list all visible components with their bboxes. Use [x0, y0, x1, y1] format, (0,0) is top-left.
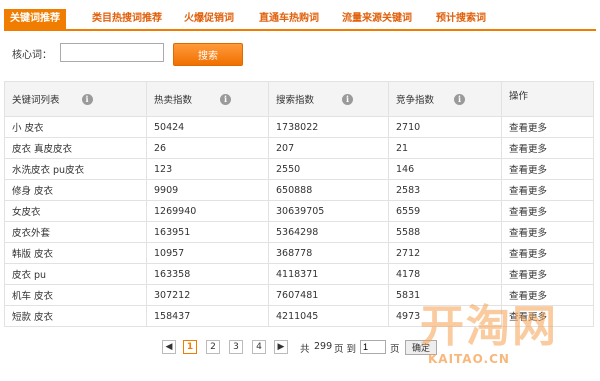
table-row: 皮衣 pu 163358 4118371 4178 查看更多 [4, 263, 594, 285]
view-more-link[interactable]: 查看更多 [501, 263, 594, 285]
table-row: 短款 皮衣 158437 4211045 4973 查看更多 [4, 305, 594, 327]
view-more-link[interactable]: 查看更多 [501, 221, 594, 243]
tab-hot-promotion[interactable]: 火爆促销词 [184, 9, 234, 29]
tab-predicted-search[interactable]: 预计搜索词 [436, 9, 486, 29]
competition-index-cell: 2712 [388, 242, 502, 264]
info-icon[interactable]: i [342, 93, 354, 105]
view-more-link[interactable]: 查看更多 [501, 242, 594, 264]
hot-sale-index-cell: 26 [146, 137, 269, 159]
keyword-cell: 机车 皮衣 [4, 284, 147, 306]
keyword-cell: 皮衣外套 [4, 221, 147, 243]
keyword-cell: 女皮衣 [4, 200, 147, 222]
page-4-button[interactable]: 4 [252, 340, 266, 354]
total-suffix: 页 到 [334, 344, 357, 355]
competition-index-cell: 21 [388, 137, 502, 159]
view-more-link[interactable]: 查看更多 [501, 179, 594, 201]
total-pages: 299 [314, 341, 333, 352]
competition-index-cell: 6559 [388, 200, 502, 222]
competition-index-cell: 4973 [388, 305, 502, 327]
table-row: 小 皮衣 50424 1738022 2710 查看更多 [4, 116, 594, 138]
competition-index-cell: 2583 [388, 179, 502, 201]
search-index-cell: 5364298 [268, 221, 389, 243]
info-icon[interactable]: i [220, 93, 232, 105]
header-label: 竞争指数 [396, 95, 435, 106]
table-header-row: 关键词列表 i 热卖指数 i 搜索指数 i 竞争指数 i 操作 [4, 81, 594, 117]
tab-keyword-recommend[interactable]: 关键词推荐 [4, 9, 66, 29]
keyword-table: 关键词列表 i 热卖指数 i 搜索指数 i 竞争指数 i 操作 小 皮衣 50424 173… [4, 81, 594, 327]
table-row: 皮衣 真皮皮衣 26 207 21 查看更多 [4, 137, 594, 159]
tab-through-train[interactable]: 直通车热购词 [259, 9, 319, 29]
tab-category-hot[interactable]: 类目热搜词推荐 [92, 9, 162, 29]
hot-sale-index-cell: 50424 [146, 116, 269, 138]
keyword-tabs: 关键词推荐 类目热搜词推荐 火爆促销词 直通车热购词 流量来源关键词 预计搜索词 [4, 9, 596, 31]
view-more-link[interactable]: 查看更多 [501, 200, 594, 222]
hot-sale-index-cell: 10957 [146, 242, 269, 264]
hot-sale-index-cell: 123 [146, 158, 269, 180]
keyword-cell: 短款 皮衣 [4, 305, 147, 327]
tab-traffic-source[interactable]: 流量来源关键词 [342, 9, 412, 29]
header-hot-sale-index: 热卖指数 i [146, 81, 269, 117]
confirm-button[interactable]: 确定 [405, 340, 437, 355]
table-row: 韩版 皮衣 10957 368778 2712 查看更多 [4, 242, 594, 264]
page-2-button[interactable]: 2 [206, 340, 220, 354]
keyword-cell: 皮衣 pu [4, 263, 147, 285]
hot-sale-index-cell: 163358 [146, 263, 269, 285]
goto-page-input[interactable] [360, 340, 386, 354]
page-1-button[interactable]: 1 [183, 340, 197, 354]
competition-index-cell: 5588 [388, 221, 502, 243]
competition-index-cell: 4178 [388, 263, 502, 285]
search-index-cell: 1738022 [268, 116, 389, 138]
hot-sale-index-cell: 163951 [146, 221, 269, 243]
search-index-cell: 2550 [268, 158, 389, 180]
view-more-link[interactable]: 查看更多 [501, 284, 594, 306]
prev-page-button[interactable]: ◀ [162, 340, 176, 354]
competition-index-cell: 5831 [388, 284, 502, 306]
hot-sale-index-cell: 9909 [146, 179, 269, 201]
table-row: 机车 皮衣 307212 7607481 5831 查看更多 [4, 284, 594, 306]
search-index-cell: 4118371 [268, 263, 389, 285]
search-index-cell: 30639705 [268, 200, 389, 222]
keyword-cell: 水洗皮衣 pu皮衣 [4, 158, 147, 180]
competition-index-cell: 2710 [388, 116, 502, 138]
keyword-cell: 皮衣 真皮皮衣 [4, 137, 147, 159]
competition-index-cell: 146 [388, 158, 502, 180]
header-label: 搜索指数 [276, 95, 315, 106]
core-word-input[interactable] [60, 43, 164, 62]
header-search-index: 搜索指数 i [268, 81, 389, 117]
search-index-cell: 4211045 [268, 305, 389, 327]
header-label: 操作 [509, 91, 529, 102]
header-label: 热卖指数 [154, 95, 193, 106]
header-keyword-list: 关键词列表 i [4, 81, 147, 117]
table-row: 修身 皮衣 9909 650888 2583 查看更多 [4, 179, 594, 201]
info-icon[interactable]: i [454, 93, 466, 105]
header-operation: 操作 [501, 81, 594, 117]
search-index-cell: 207 [268, 137, 389, 159]
search-index-cell: 7607481 [268, 284, 389, 306]
view-more-link[interactable]: 查看更多 [501, 137, 594, 159]
total-prefix: 共 [300, 344, 310, 355]
view-more-link[interactable]: 查看更多 [501, 158, 594, 180]
header-competition-index: 竞争指数 i [388, 81, 502, 117]
next-page-button[interactable]: ▶ [274, 340, 288, 354]
search-index-cell: 650888 [268, 179, 389, 201]
search-index-cell: 368778 [268, 242, 389, 264]
info-icon[interactable]: i [81, 93, 93, 105]
table-row: 女皮衣 1269940 30639705 6559 查看更多 [4, 200, 594, 222]
page-3-button[interactable]: 3 [229, 340, 243, 354]
page-label: 页 [390, 344, 400, 355]
header-label: 关键词列表 [12, 95, 60, 106]
hot-sale-index-cell: 307212 [146, 284, 269, 306]
view-more-link[interactable]: 查看更多 [501, 116, 594, 138]
hot-sale-index-cell: 158437 [146, 305, 269, 327]
search-button[interactable]: 搜索 [173, 43, 243, 66]
table-row: 水洗皮衣 pu皮衣 123 2550 146 查看更多 [4, 158, 594, 180]
table-row: 皮衣外套 163951 5364298 5588 查看更多 [4, 221, 594, 243]
view-more-link[interactable]: 查看更多 [501, 305, 594, 327]
keyword-cell: 小 皮衣 [4, 116, 147, 138]
keyword-cell: 韩版 皮衣 [4, 242, 147, 264]
hot-sale-index-cell: 1269940 [146, 200, 269, 222]
watermark-url: KAITAO.CN [428, 352, 510, 366]
core-word-label: 核心词： [12, 50, 52, 61]
keyword-cell: 修身 皮衣 [4, 179, 147, 201]
